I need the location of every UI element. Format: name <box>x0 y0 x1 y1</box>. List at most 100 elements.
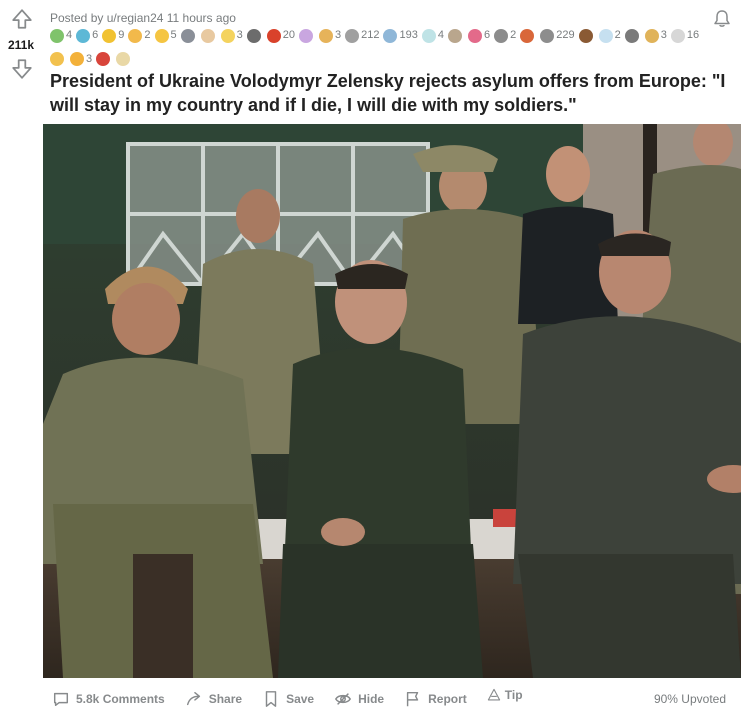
save-label: Save <box>286 692 315 706</box>
dog-award-icon <box>116 52 131 66</box>
award-item[interactable]: 3 <box>644 26 667 45</box>
award-count: 229 <box>556 29 575 41</box>
award-item[interactable]: 9 <box>102 26 124 45</box>
award-item[interactable] <box>180 28 197 43</box>
award-count: 212 <box>361 29 380 41</box>
award-item[interactable] <box>200 28 217 43</box>
vote-column: 211k <box>0 0 42 716</box>
award-count: 20 <box>282 29 295 41</box>
upvoted-percentage: 90% Upvoted <box>653 692 726 706</box>
award-count: 2 <box>614 29 621 41</box>
hide-label: Hide <box>358 692 385 706</box>
bell-award-icon <box>70 52 84 66</box>
award-item[interactable] <box>578 28 595 43</box>
tip-button[interactable]: Tip <box>487 688 523 702</box>
award-item[interactable]: 3 <box>70 50 92 69</box>
cat-award-icon <box>96 52 111 66</box>
party-award-icon <box>520 28 535 43</box>
hands-award-icon <box>200 28 215 43</box>
award-item[interactable]: 4 <box>421 26 444 45</box>
report-button[interactable]: Report <box>404 690 467 708</box>
award-item[interactable]: 229 <box>540 26 575 45</box>
notification-bell-button[interactable] <box>712 9 732 29</box>
comments-label: 5.8k Comments <box>76 692 165 706</box>
post-image[interactable] <box>43 124 741 678</box>
award-item[interactable]: 2 <box>128 26 151 45</box>
post-actions: 5.8k Comments Share Save Hide Report Tip <box>52 688 543 710</box>
award-item[interactable] <box>246 28 263 43</box>
award-count: 16 <box>686 29 700 41</box>
heart-award-icon <box>467 28 482 43</box>
clap-award-icon <box>50 52 64 66</box>
award-item[interactable]: 6 <box>467 26 491 45</box>
helpful-award-icon <box>76 28 91 43</box>
angel-award-icon <box>421 28 436 43</box>
award-item[interactable]: 20 <box>266 26 295 45</box>
comment-icon <box>53 692 69 707</box>
award-count: 4 <box>66 29 73 41</box>
award-count: 3 <box>236 29 243 41</box>
award-count: 6 <box>483 29 491 41</box>
starstruck-award-icon <box>598 28 613 43</box>
hand-award-icon <box>128 28 143 43</box>
award-item[interactable]: 3 <box>220 26 243 45</box>
share-label: Share <box>208 692 243 706</box>
save-button[interactable]: Save <box>262 690 314 708</box>
arrow-up-icon <box>12 9 32 29</box>
rocket-award-icon <box>180 28 195 43</box>
award-item[interactable] <box>96 52 112 66</box>
share-button[interactable]: Share <box>185 690 242 708</box>
silver-award-icon <box>540 28 555 43</box>
award-count: 3 <box>660 29 667 41</box>
award-item[interactable]: 2 <box>598 26 621 45</box>
comments-button[interactable]: 5.8k Comments <box>52 690 165 708</box>
award-item[interactable] <box>624 28 641 43</box>
cheers-award-icon <box>319 28 333 43</box>
pull-up-award-icon <box>494 28 509 43</box>
award-item[interactable]: 5 <box>154 26 177 45</box>
hide-eye-icon <box>335 693 352 705</box>
award-count: 5 <box>170 29 177 41</box>
vote-score: 211k <box>7 38 35 52</box>
award-item[interactable] <box>520 28 536 43</box>
bear-award-icon <box>578 28 593 43</box>
tears-award-icon <box>383 28 398 43</box>
downvote-button[interactable] <box>11 58 33 80</box>
castle-award-icon <box>624 28 639 43</box>
salute-award-icon <box>345 28 360 43</box>
upvote-button[interactable] <box>11 8 33 30</box>
award-item[interactable]: 2 <box>494 26 516 45</box>
post-title[interactable]: President of Ukraine Volodymyr Zelensky … <box>50 69 730 117</box>
gold-award-icon <box>102 28 117 43</box>
award-item[interactable] <box>116 52 132 66</box>
awards-row: 4 6 9 2 5 3 20 3 212 193 4 6 2 229 2 3 16 3 <box>50 26 710 73</box>
tip-icon <box>487 688 500 701</box>
report-label: Report <box>428 692 467 706</box>
award-item[interactable]: 212 <box>345 26 379 45</box>
award-count: 3 <box>86 52 93 65</box>
medal-award-icon <box>266 28 281 43</box>
bless-award-icon <box>220 28 235 43</box>
award-item[interactable]: 4 <box>50 26 72 45</box>
award-item[interactable]: 193 <box>383 26 418 45</box>
bunny-award-icon <box>670 28 685 43</box>
award-count: 2 <box>144 29 151 41</box>
award-count: 3 <box>335 29 342 41</box>
bookmark-icon <box>265 691 277 707</box>
award-item[interactable]: 3 <box>319 26 341 45</box>
hugz-award-icon <box>154 28 169 43</box>
award-item[interactable] <box>50 52 66 66</box>
award-item[interactable] <box>447 28 464 43</box>
flag-icon <box>406 691 419 707</box>
hide-button[interactable]: Hide <box>334 690 384 708</box>
tip-label: Tip <box>504 688 523 702</box>
award-count: 6 <box>92 29 99 41</box>
award-item[interactable]: 16 <box>670 26 700 45</box>
award-count: 193 <box>399 29 418 41</box>
sloth-award-icon <box>447 28 462 43</box>
award-item[interactable]: 6 <box>76 26 98 45</box>
award-item[interactable] <box>299 28 315 43</box>
doge-award-icon <box>644 28 659 43</box>
wholesome-award-icon <box>50 28 64 43</box>
award-count: 4 <box>437 29 444 41</box>
